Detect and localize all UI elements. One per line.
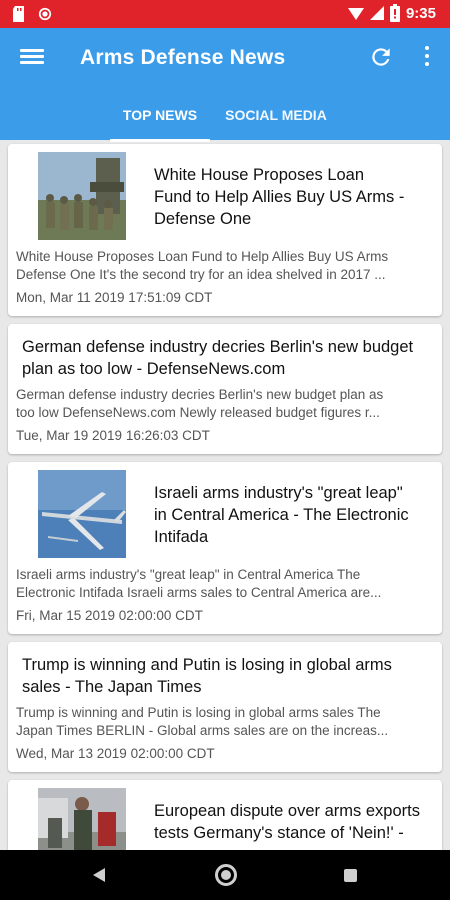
- home-icon[interactable]: [215, 864, 237, 886]
- app-bar: Arms Defense News TOP NEWS SOCIAL MEDIA: [0, 28, 450, 142]
- menu-button[interactable]: [20, 46, 44, 70]
- back-icon[interactable]: [92, 867, 106, 883]
- recent-apps-icon[interactable]: [344, 869, 357, 882]
- news-card[interactable]: German defense industry decries Berlin's…: [8, 324, 442, 454]
- news-card[interactable]: White House Proposes Loan Fund to Help A…: [8, 144, 442, 316]
- news-card[interactable]: Trump is winning and Putin is losing in …: [8, 642, 442, 772]
- sd-card-icon: [13, 6, 24, 22]
- status-bar: 9:35: [0, 0, 450, 28]
- clock: 9:35: [405, 4, 436, 22]
- cellular-icon: [369, 6, 384, 20]
- battery-icon: [389, 4, 400, 22]
- more-options-icon[interactable]: [422, 46, 432, 70]
- article-title: White House Proposes Loan Fund to Help A…: [154, 166, 405, 228]
- article-snippet: German defense industry decries Berlin's…: [16, 387, 384, 420]
- article-title: European dispute over arms exports tests…: [154, 802, 420, 842]
- article-snippet: White House Proposes Loan Fund to Help A…: [16, 249, 389, 282]
- article-title: Israeli arms industry's "great leap" in …: [154, 484, 409, 546]
- article-thumbnail: [38, 152, 126, 240]
- article-date: Mon, Mar 11 2019 17:51:09 CDT: [16, 290, 213, 305]
- article-thumbnail: [38, 788, 126, 850]
- article-thumbnail: [38, 470, 126, 558]
- article-snippet: Israeli arms industry's "great leap" in …: [16, 567, 382, 600]
- article-title: German defense industry decries Berlin's…: [22, 338, 414, 378]
- tab-top-news[interactable]: TOP NEWS: [110, 100, 210, 142]
- tab-bar: TOP NEWS SOCIAL MEDIA: [0, 100, 450, 142]
- refresh-icon[interactable]: [368, 44, 394, 70]
- news-card[interactable]: European dispute over arms exports tests…: [8, 780, 442, 850]
- article-date: Wed, Mar 13 2019 02:00:00 CDT: [16, 746, 215, 761]
- article-title: Trump is winning and Putin is losing in …: [22, 656, 392, 696]
- article-date: Tue, Mar 19 2019 16:26:03 CDT: [16, 428, 210, 443]
- app-title: Arms Defense News: [80, 46, 286, 69]
- system-navigation-bar: [0, 850, 450, 900]
- article-date: Fri, Mar 15 2019 02:00:00 CDT: [16, 608, 203, 623]
- article-snippet: Trump is winning and Putin is losing in …: [16, 705, 389, 738]
- record-icon: [38, 7, 52, 21]
- news-card[interactable]: Israeli arms industry's "great leap" in …: [8, 462, 442, 634]
- hamburger-icon: [20, 49, 44, 52]
- news-feed[interactable]: White House Proposes Loan Fund to Help A…: [0, 140, 450, 850]
- signal-icon: [347, 8, 364, 20]
- tab-social-media[interactable]: SOCIAL MEDIA: [218, 100, 334, 140]
